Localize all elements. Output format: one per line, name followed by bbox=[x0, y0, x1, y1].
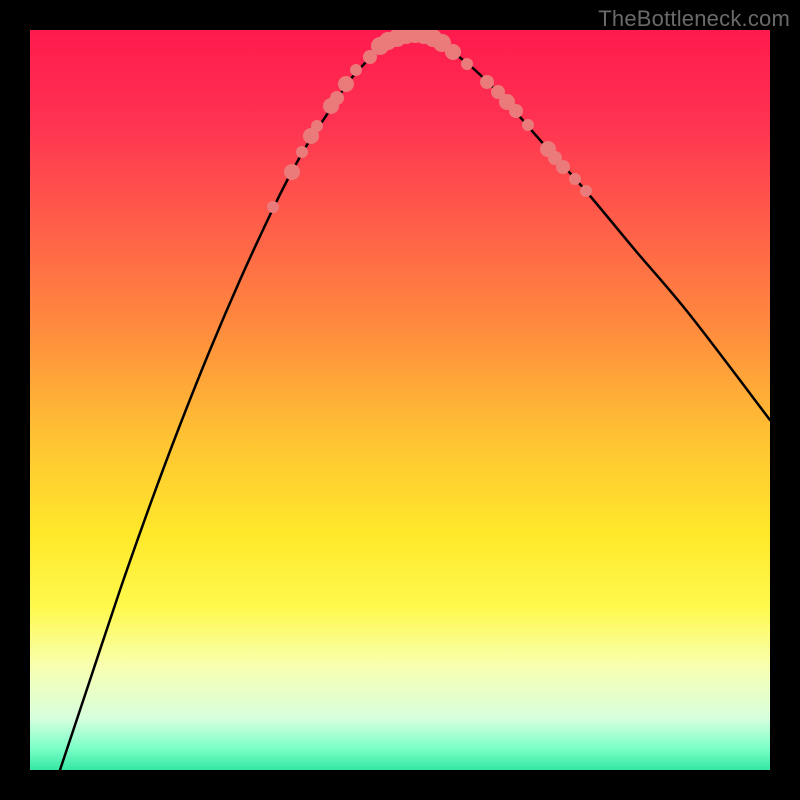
curve-marker bbox=[580, 185, 592, 197]
curve-marker bbox=[522, 119, 534, 131]
chart-frame: TheBottleneck.com bbox=[0, 0, 800, 800]
curve-marker bbox=[445, 44, 461, 60]
curve-marker bbox=[509, 104, 523, 118]
curve-marker bbox=[461, 58, 473, 70]
curve-marker bbox=[267, 201, 279, 213]
curve-marker bbox=[350, 64, 362, 76]
curve-marker bbox=[338, 76, 354, 92]
watermark-label: TheBottleneck.com bbox=[598, 6, 790, 32]
plot-area bbox=[30, 30, 770, 770]
gradient-layer bbox=[30, 30, 770, 770]
curve-marker bbox=[569, 173, 581, 185]
curve-marker bbox=[556, 160, 570, 174]
curve-marker bbox=[296, 146, 308, 158]
curve-marker bbox=[330, 91, 344, 105]
curve-marker bbox=[284, 164, 300, 180]
curve-marker bbox=[311, 120, 323, 132]
gradient-rect bbox=[30, 30, 770, 770]
